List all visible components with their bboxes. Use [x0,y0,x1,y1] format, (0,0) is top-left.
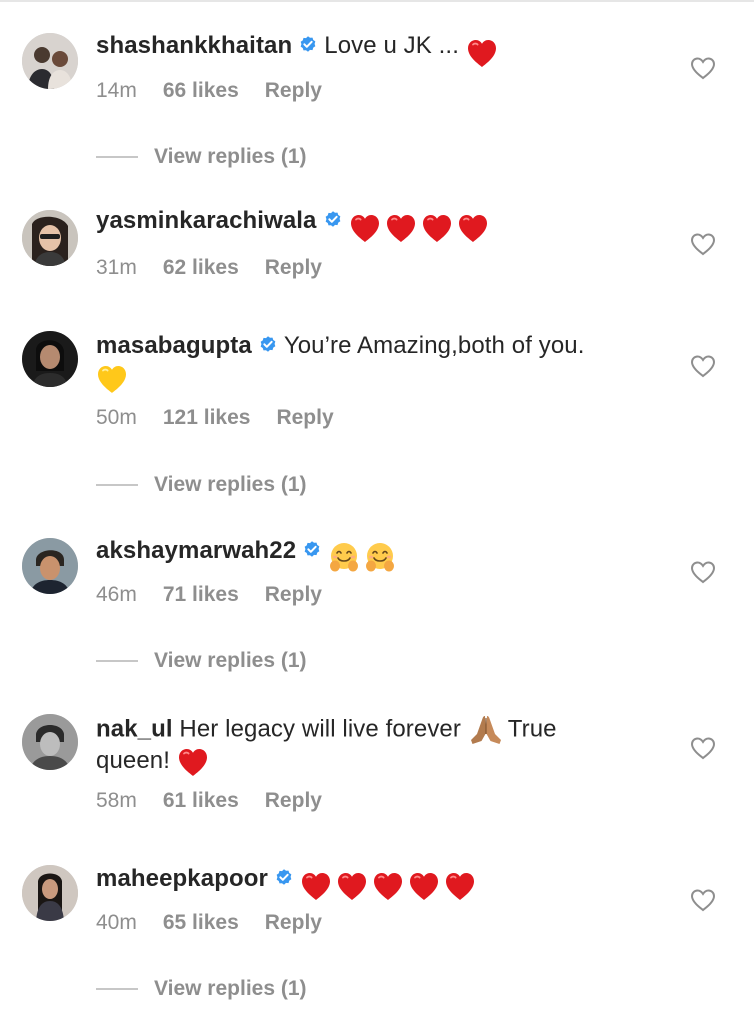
like-heart-icon[interactable] [690,736,716,760]
reply-button[interactable]: Reply [276,406,333,429]
comment-username[interactable]: maheepkapoor [96,865,268,892]
verified-badge-icon [298,35,318,55]
view-replies-button[interactable]: View replies (1) [96,145,307,169]
comment-time: 46m [96,583,137,606]
verified-badge-icon [274,868,294,888]
avatar[interactable] [22,210,78,266]
comment-text: Her legacy will live forever [179,715,461,743]
comment-time: 58m [96,789,137,812]
likes-count[interactable]: 66 likes [163,79,239,102]
verified-badge-icon [323,210,343,230]
comment-text-continued: True [507,715,557,743]
red-heart-emoji-icon [444,871,476,901]
comment-time: 40m [96,911,137,934]
avatar[interactable] [22,865,78,921]
replies-divider [96,484,138,487]
comment-username[interactable]: akshaymarwah22 [96,537,296,564]
avatar[interactable] [22,714,78,770]
avatar[interactable] [22,331,78,387]
likes-count[interactable]: 62 likes [163,256,239,279]
view-replies-button[interactable]: View replies (1) [96,649,307,673]
comment-username[interactable]: yasminkarachiwala [96,207,317,234]
comment-meta: 46m 71 likes Reply [96,583,348,607]
verified-badge-icon [258,335,278,355]
red-heart-emoji-icon [177,747,209,777]
reply-button[interactable]: Reply [265,789,322,812]
replies-divider [96,988,138,991]
reply-button[interactable]: Reply [265,911,322,934]
comment-username[interactable]: nak_ul [96,715,173,742]
likes-count[interactable]: 71 likes [163,583,239,606]
likes-count[interactable]: 65 likes [163,911,239,934]
comment-text: Love u JK ... [324,32,466,59]
red-heart-emoji-icon [336,871,368,901]
hugging-face-emoji-icon [364,542,396,574]
red-heart-emoji-icon [300,871,332,901]
reply-button[interactable]: Reply [265,79,322,102]
comment-text-line2: queen! [96,747,171,774]
red-heart-emoji-icon [457,213,489,243]
reply-button[interactable]: Reply [265,583,322,606]
like-heart-icon[interactable] [690,354,716,378]
red-heart-emoji-icon [408,871,440,901]
comment-username[interactable]: shashankkhaitan [96,32,292,59]
yellow-heart-emoji-icon [96,364,128,394]
hugging-face-emoji-icon [328,542,360,574]
red-heart-emoji-icon [372,871,404,901]
comment-meta: 31m 62 likes Reply [96,256,348,280]
like-heart-icon[interactable] [690,888,716,912]
view-replies-button[interactable]: View replies (1) [96,473,307,497]
red-heart-emoji-icon [421,213,453,243]
verified-badge-icon [302,540,322,560]
like-heart-icon[interactable] [690,56,716,80]
avatar[interactable] [22,538,78,594]
likes-count[interactable]: 121 likes [163,406,251,429]
like-heart-icon[interactable] [690,232,716,256]
comment-time: 31m [96,256,137,279]
likes-count[interactable]: 61 likes [163,789,239,812]
comment-username[interactable]: masabagupta [96,332,252,359]
top-divider [0,0,754,2]
replies-divider [96,660,138,663]
comment-meta: 58m 61 likes Reply [96,789,348,813]
folded-hands-emoji-icon [468,714,504,746]
view-replies-button[interactable]: View replies (1) [96,977,307,1001]
comment-meta: 50m 121 likes Reply [96,406,360,430]
comment-time: 14m [96,79,137,102]
replies-divider [96,156,138,159]
comment-time: 50m [96,406,137,429]
comment-text: You’re Amazing,both of you. [283,332,585,359]
comment-meta: 40m 65 likes Reply [96,911,348,935]
avatar[interactable] [22,33,78,89]
red-heart-emoji-icon [349,213,381,243]
reply-button[interactable]: Reply [265,256,322,279]
comment-meta: 14m 66 likes Reply [96,79,348,103]
red-heart-emoji-icon [385,213,417,243]
red-heart-emoji-icon [466,38,498,68]
like-heart-icon[interactable] [690,560,716,584]
